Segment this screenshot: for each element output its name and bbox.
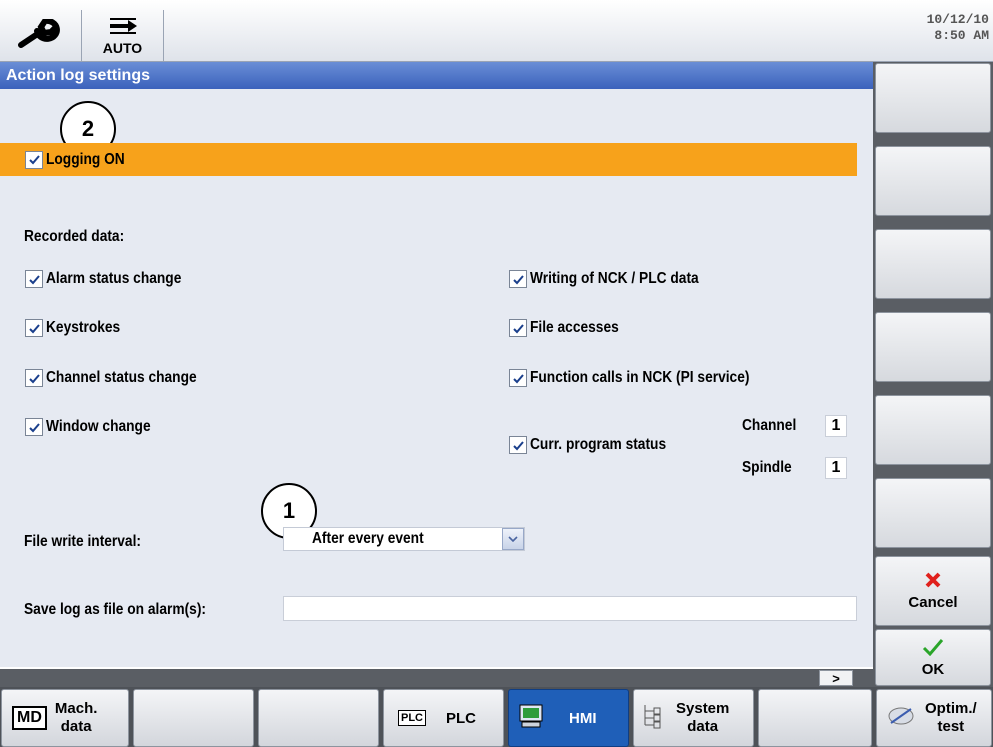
option-file-accesses[interactable]: File accesses xyxy=(509,319,633,337)
option-label: Curr. program status xyxy=(530,436,667,453)
date-time-display: 10/12/10 8:50 AM xyxy=(927,12,989,44)
option-function-calls-nck[interactable]: Function calls in NCK (PI service) xyxy=(509,369,785,387)
wrench-icon xyxy=(17,17,65,54)
chevron-down-icon[interactable] xyxy=(502,528,524,550)
page-title: Action log settings xyxy=(6,67,150,84)
option-label: Writing of NCK / PLC data xyxy=(530,270,699,287)
checkbox[interactable] xyxy=(25,369,43,387)
scroll-right-button[interactable]: > xyxy=(819,670,853,686)
hmi-monitor-icon xyxy=(519,704,543,733)
spindle-value-field[interactable]: 1 xyxy=(825,457,847,479)
checkbox[interactable] xyxy=(509,319,527,337)
vsoftkey-3[interactable] xyxy=(875,229,991,299)
checkbox[interactable] xyxy=(25,319,43,337)
ok-check-icon xyxy=(922,638,944,661)
logging-on-label: Logging ON xyxy=(46,150,125,168)
option-label: Alarm status change xyxy=(46,270,182,287)
setup-wrench-button[interactable] xyxy=(0,10,82,62)
cancel-label: Cancel xyxy=(908,594,958,611)
save-log-label: Save log as file on alarm(s): xyxy=(24,601,206,618)
option-writing-nck-plc-data[interactable]: Writing of NCK / PLC data xyxy=(509,270,726,288)
dropdown-value: After every event xyxy=(312,530,424,547)
file-write-interval-dropdown[interactable]: After every event xyxy=(283,527,525,551)
auto-mode-button[interactable]: AUTO xyxy=(82,10,164,62)
md-icon: MD xyxy=(12,706,47,730)
option-label: File accesses xyxy=(530,319,619,336)
mach-data-softkey[interactable]: MD Mach. data xyxy=(1,689,129,747)
option-label: Function calls in NCK (PI service) xyxy=(530,369,750,386)
logging-on-checkbox[interactable] xyxy=(25,150,43,169)
hmi-softkey[interactable]: HMI xyxy=(508,689,629,747)
channel-value-field[interactable]: 1 xyxy=(825,415,847,437)
vsoftkey-6[interactable] xyxy=(875,478,991,548)
checkbox[interactable] xyxy=(509,369,527,387)
date-text: 10/12/10 xyxy=(926,12,989,27)
cancel-x-icon xyxy=(924,571,942,594)
checkbox[interactable] xyxy=(509,270,527,288)
window-title-bar: Action log settings xyxy=(0,62,873,89)
logging-on-row[interactable]: Logging ON xyxy=(0,143,857,176)
header-bar: AUTO 10/12/10 8:50 AM xyxy=(0,0,993,62)
tree-icon xyxy=(642,703,662,734)
plc-softkey[interactable]: PLC PLC xyxy=(383,689,504,747)
file-write-interval-label: File write interval: xyxy=(24,533,142,550)
optim-test-softkey[interactable]: Optim./ test xyxy=(876,689,992,747)
option-label: Window change xyxy=(46,418,151,435)
hsoftkey-2[interactable] xyxy=(133,689,254,747)
hsoftkey-3[interactable] xyxy=(258,689,379,747)
time-text: 8:50 AM xyxy=(934,28,989,43)
spindle-label: Spindle xyxy=(742,459,792,476)
recorded-data-heading: Recorded data: xyxy=(24,228,125,245)
option-curr-program-status[interactable]: Curr. program status xyxy=(509,436,688,454)
auto-mode-icon xyxy=(106,17,140,40)
option-channel-status-change[interactable]: Channel status change xyxy=(25,369,221,387)
cancel-button[interactable]: Cancel xyxy=(875,556,991,626)
mode-label: AUTO xyxy=(102,39,143,56)
hsoftkey-7[interactable] xyxy=(758,689,872,747)
ok-label: OK xyxy=(921,660,945,678)
checkbox[interactable] xyxy=(509,436,527,454)
option-alarm-status-change[interactable]: Alarm status change xyxy=(25,270,203,288)
horizontal-scrollbar[interactable]: > xyxy=(0,669,873,687)
vsoftkey-5[interactable] xyxy=(875,395,991,465)
option-keystrokes[interactable]: Keystrokes xyxy=(25,319,132,337)
system-data-softkey[interactable]: System data xyxy=(633,689,754,747)
checkbox[interactable] xyxy=(25,270,43,288)
chevron-right-icon: > xyxy=(832,670,840,686)
save-log-alarms-input[interactable] xyxy=(283,596,857,621)
channel-label: Channel xyxy=(742,417,797,434)
ok-button[interactable]: OK xyxy=(875,629,991,686)
vsoftkey-4[interactable] xyxy=(875,312,991,382)
vsoftkey-1[interactable] xyxy=(875,63,991,133)
option-window-change[interactable]: Window change xyxy=(25,418,168,436)
vsoftkey-2[interactable] xyxy=(875,146,991,216)
option-label: Keystrokes xyxy=(46,319,121,336)
optimize-icon xyxy=(887,705,915,732)
option-label: Channel status change xyxy=(46,369,197,386)
plc-icon: PLC xyxy=(398,710,426,726)
checkbox[interactable] xyxy=(25,418,43,436)
